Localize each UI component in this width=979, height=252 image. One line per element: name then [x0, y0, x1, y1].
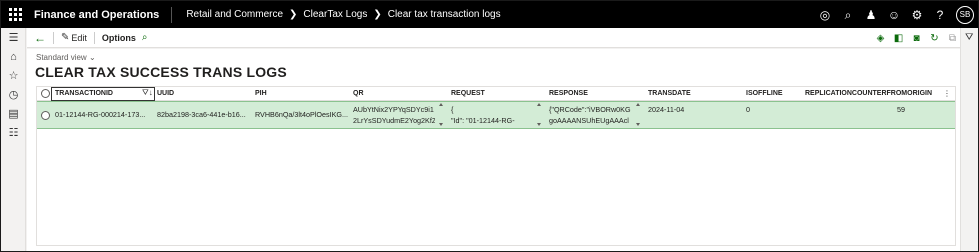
data-grid: TRANSACTIONID ⛛↓ UUID PIH QR REQUEST RES… [36, 86, 956, 246]
cell-uuid[interactable]: 82ba2198-3ca6-441e-b16... [157, 110, 253, 120]
cell-request-line-2[interactable]: "Id": "01-12144-RG- [451, 116, 533, 126]
workspaces-icon[interactable]: ▤ [1, 104, 26, 123]
main-content: Standard view ⌄ CLEAR TAX SUCCESS TRANS … [27, 49, 960, 251]
cell-replicationcounterfromorigin[interactable]: 59 [805, 105, 905, 115]
search-icon: ⌕ [141, 32, 148, 43]
modules-list-icon[interactable]: ☷ [1, 123, 26, 142]
edit-button[interactable]: ✎ Edit [58, 32, 90, 43]
top-navigation-bar: Finance and Operations Retail and Commer… [1, 1, 978, 28]
row-select-radio[interactable] [41, 111, 50, 120]
cell-response-line-2[interactable]: goAAAANSUhEUgAAAcl [549, 116, 633, 126]
column-header-response[interactable]: RESPONSE [549, 87, 629, 101]
favorites-star-icon[interactable]: ☆ [1, 66, 26, 85]
column-header-replicationcounterfromorigin[interactable]: REPLICATIONCOUNTERFROMORIGIN [805, 87, 935, 101]
refresh-icon[interactable]: ↻ [929, 33, 940, 44]
column-header-qr[interactable]: QR [353, 87, 433, 101]
column-header-transactionid[interactable]: TRANSACTIONID [55, 87, 135, 101]
chevron-down-icon: ⌄ [88, 53, 96, 62]
recent-clock-icon[interactable]: ◷ [1, 85, 26, 104]
app-window: Finance and Operations Retail and Commer… [1, 1, 978, 251]
feedback-smiley-icon[interactable]: ☺ [887, 8, 901, 22]
grid-header-row: TRANSACTIONID ⛛↓ UUID PIH QR REQUEST RES… [37, 87, 955, 101]
request-cell-scrollbar[interactable] [537, 103, 542, 127]
action-pane-right-tools: ◈ ◧ ◙ ↻ ⧉ [875, 28, 958, 48]
app-title[interactable]: Finance and Operations [34, 6, 173, 23]
table-row[interactable]: 01-12144-RG-000214-173... 82ba2198-3ca6-… [37, 101, 955, 129]
divider [93, 31, 95, 44]
select-all-radio[interactable] [41, 89, 50, 98]
cell-transactionid[interactable]: 01-12144-RG-000214-173... [55, 110, 153, 120]
chevron-right-icon: ❯ [289, 9, 298, 20]
breadcrumb-item[interactable]: Retail and Commerce [186, 9, 283, 20]
options-button[interactable]: Options [99, 33, 139, 43]
column-header-uuid[interactable]: UUID [157, 87, 237, 101]
column-header-transdate[interactable]: TRANSDATE [648, 87, 728, 101]
filter-icon[interactable]: ⛛ [965, 32, 973, 43]
power-apps-icon[interactable]: ◈ [875, 33, 886, 44]
cell-response-line-1[interactable]: {"QRCode":"iVBORw0KG [549, 105, 633, 115]
response-cell-scrollbar[interactable] [636, 103, 641, 127]
view-selector[interactable]: Standard view ⌄ [36, 53, 96, 62]
more-options-icon[interactable]: ⋮ [943, 87, 951, 101]
left-navigation-pane: ☰ ⌂ ☆ ◷ ▤ ☷ [1, 28, 26, 251]
view-selector-label: Standard view [36, 53, 87, 62]
avatar[interactable]: SB [956, 5, 974, 24]
cell-request-line-1[interactable]: { [451, 105, 533, 115]
column-header-isoffline[interactable]: ISOFFLINE [746, 87, 806, 101]
cell-transdate[interactable]: 2024-11-04 [648, 105, 728, 115]
cell-qr-line-2[interactable]: 2LrYsSDYudmE2Yog2KfZ [353, 116, 435, 126]
page-title: CLEAR TAX SUCCESS TRANS LOGS [35, 64, 287, 80]
pencil-icon: ✎ [61, 32, 70, 43]
open-new-window-icon[interactable]: ⧉ [947, 33, 958, 44]
office-icon[interactable]: ◧ [893, 33, 904, 44]
qr-cell-scrollbar[interactable] [439, 103, 444, 127]
breadcrumb-item[interactable]: Clear tax transaction logs [388, 9, 501, 20]
app-launcher-icon[interactable] [4, 5, 26, 25]
chevron-right-icon: ❯ [373, 9, 382, 20]
divider [53, 31, 54, 44]
top-toolbar: ◎ ⌕ ♟ ☺ ⚙ ? SB [818, 1, 974, 28]
column-filter-icon[interactable]: ⛛↓ [142, 88, 153, 98]
cell-pih[interactable]: RVHB6nQa/3lt4oPlOesIKG... [255, 110, 351, 120]
action-search-button[interactable]: ⌕ [139, 32, 151, 43]
attachments-badge-icon[interactable]: ◙ [911, 33, 922, 44]
copilot-icon[interactable]: ◎ [818, 8, 832, 22]
gear-icon[interactable]: ⚙ [910, 8, 924, 22]
search-icon[interactable]: ⌕ [841, 8, 855, 22]
column-header-request[interactable]: REQUEST [451, 87, 531, 101]
action-pane: ← ✎ Edit Options ⌕ ◈ ◧ ◙ ↻ ⧉ [27, 28, 960, 48]
help-icon[interactable]: ? [933, 8, 947, 22]
back-arrow-icon[interactable]: ← [31, 31, 49, 45]
column-header-pih[interactable]: PIH [255, 87, 335, 101]
right-filter-rail: ⛛ [960, 28, 978, 251]
cell-qr-line-1[interactable]: AUbYtNix2YPYqSDYc9i1 [353, 105, 435, 115]
home-icon[interactable]: ⌂ [1, 47, 26, 66]
breadcrumb: Retail and Commerce ❯ ClearTax Logs ❯ Cl… [186, 9, 500, 20]
edit-button-label: Edit [71, 32, 87, 43]
hamburger-menu-icon[interactable]: ☰ [1, 28, 26, 47]
cell-isoffline[interactable]: 0 [746, 105, 786, 115]
breadcrumb-item[interactable]: ClearTax Logs [303, 9, 367, 20]
notifications-icon[interactable]: ♟ [864, 8, 878, 22]
